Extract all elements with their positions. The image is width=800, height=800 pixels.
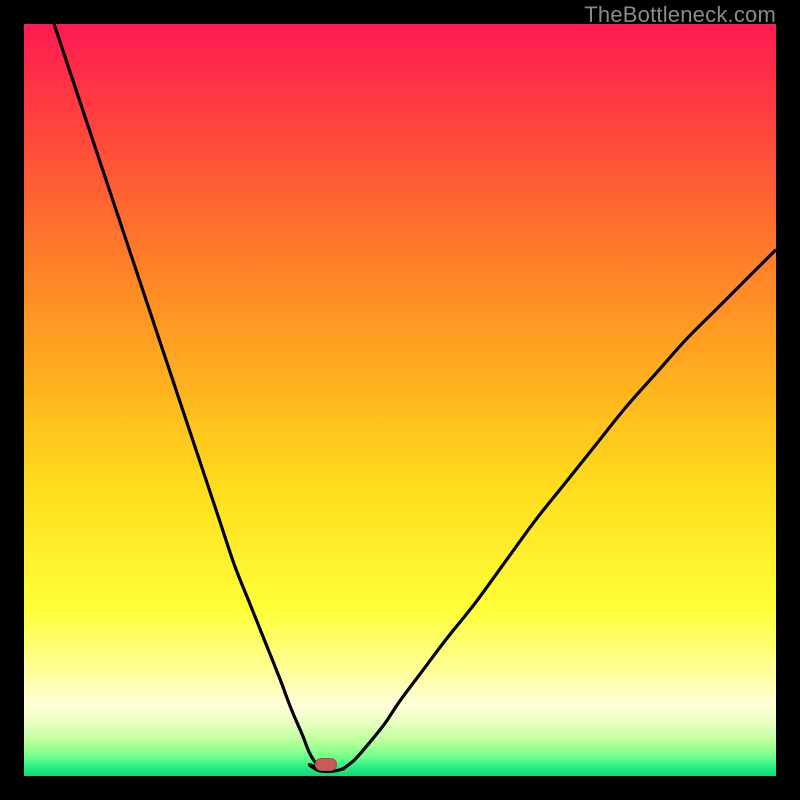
optimum-marker-icon xyxy=(315,758,337,771)
plot-area xyxy=(24,24,776,776)
bottleneck-curve xyxy=(24,24,776,776)
watermark-label: TheBottleneck.com xyxy=(584,2,776,28)
chart-frame: TheBottleneck.com xyxy=(0,0,800,800)
